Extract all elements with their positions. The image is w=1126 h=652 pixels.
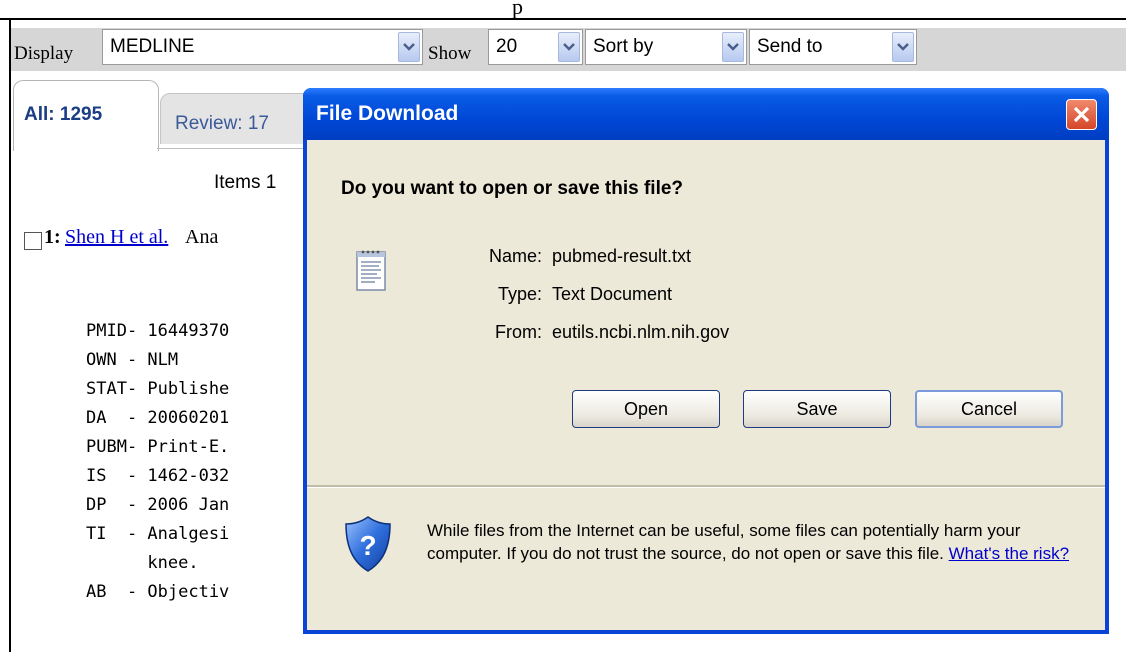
from-label: From: [495, 322, 542, 342]
security-warning: While files from the Internet can be use… [427, 519, 1077, 565]
medline-line: PMID- 16449370 [86, 321, 230, 341]
tab-all[interactable]: All: 1295 [13, 80, 159, 151]
warning-text: While files from the Internet can be use… [427, 521, 1021, 563]
show-label: Show [428, 43, 472, 64]
dialog-titlebar[interactable]: File Download [303, 88, 1109, 140]
items-range-text: Items 1 [214, 172, 277, 193]
svg-text:?: ? [359, 530, 376, 561]
medline-line: knee. [86, 553, 199, 573]
tab-review[interactable]: Review: 17 [160, 93, 322, 144]
medline-line: TI - Analgesi [86, 524, 230, 544]
text-document-icon [356, 250, 386, 291]
medline-line: AB - Objectiv [86, 582, 230, 602]
tab-review-label: Review: 17 [175, 113, 269, 134]
sort-by-value: Sort by [593, 36, 654, 57]
whats-the-risk-link[interactable]: What's the risk? [949, 544, 1069, 563]
medline-line: DP - 2006 Jan [86, 495, 230, 515]
display-select[interactable]: MEDLINE [102, 29, 423, 65]
cancel-button[interactable]: Cancel [915, 390, 1063, 428]
dialog-separator [307, 485, 1105, 488]
result-checkbox[interactable] [24, 232, 42, 250]
medline-line: OWN - NLM [86, 350, 179, 370]
close-button[interactable] [1066, 99, 1097, 130]
file-name-value: pubmed-result.txt [552, 246, 692, 266]
show-select[interactable]: 20 [488, 29, 583, 65]
dialog-question: Do you want to open or save this file? [341, 178, 684, 199]
medline-line: DA - 20060201 [86, 408, 230, 428]
open-button[interactable]: Open [572, 390, 720, 428]
tab-divider [157, 148, 307, 149]
close-icon [1073, 106, 1090, 123]
page-frame-top: p [0, 0, 1126, 20]
send-to-value: Send to [757, 36, 823, 57]
medline-line: PUBM- Print-E. [86, 437, 230, 457]
file-download-dialog: File Download Do you want to open or sav… [303, 88, 1109, 634]
result-authors-link[interactable]: Shen H et al. [65, 226, 168, 249]
page-frame-left [9, 18, 11, 652]
chevron-down-icon[interactable] [398, 32, 420, 62]
header-fragment: p [512, 0, 523, 19]
medline-line: STAT- Publishe [86, 379, 230, 399]
medline-record: PMID- 16449370 OWN - NLM STAT- Publishe … [86, 317, 229, 607]
results-toolbar: Display MEDLINE Show 20 Sort by Send to [11, 28, 1126, 71]
display-label: Display [14, 43, 74, 64]
security-shield-icon: ? [345, 516, 391, 572]
send-to-select[interactable]: Send to [749, 29, 917, 65]
chevron-down-icon[interactable] [892, 32, 914, 62]
dialog-body: Do you want to open or save this file? N… [307, 140, 1105, 630]
result-number: 1: [44, 226, 61, 248]
display-value: MEDLINE [110, 36, 195, 57]
medline-line: IS - 1462-032 [86, 466, 230, 486]
file-type-value: Text Document [552, 284, 673, 304]
chevron-down-icon[interactable] [558, 32, 580, 62]
file-source-value: eutils.ncbi.nlm.nih.gov [552, 322, 730, 342]
sort-by-select[interactable]: Sort by [585, 29, 747, 65]
tab-all-label: All: 1295 [24, 104, 103, 125]
result-title: Ana [185, 226, 219, 248]
dialog-title: File Download [316, 102, 459, 125]
chevron-down-icon[interactable] [722, 32, 744, 62]
save-button[interactable]: Save [743, 390, 891, 428]
show-value: 20 [496, 36, 518, 57]
name-label: Name: [488, 246, 542, 266]
type-label: Type: [497, 284, 542, 304]
